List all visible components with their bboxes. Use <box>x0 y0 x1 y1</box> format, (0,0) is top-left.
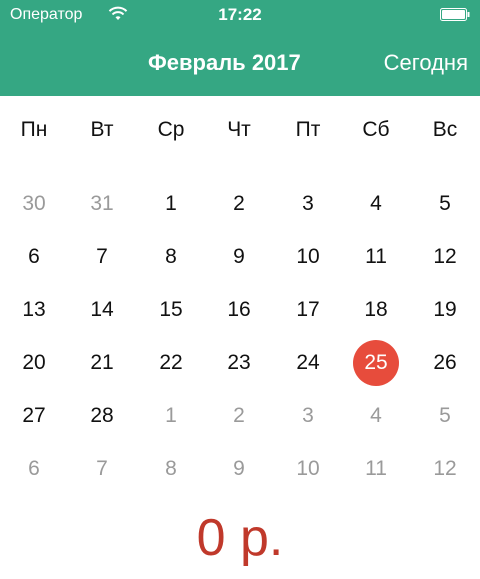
weekday-label: Вс <box>432 118 458 141</box>
day-cell[interactable]: 1 <box>143 182 199 226</box>
day-cell[interactable]: 10 <box>280 447 336 491</box>
day-cell[interactable]: 16 <box>211 288 267 332</box>
day-cell[interactable]: 30 <box>6 182 62 226</box>
day-cell[interactable]: 26 <box>417 341 473 385</box>
day-cell[interactable]: 8 <box>143 447 199 491</box>
weekday-label: Вт <box>90 118 114 141</box>
day-cell[interactable]: 5 <box>417 182 473 226</box>
status-bar: Оператор 17:22 <box>0 0 480 30</box>
day-cell[interactable]: 7 <box>74 235 130 279</box>
day-cell[interactable]: 9 <box>211 235 267 279</box>
day-cell[interactable]: 31 <box>74 182 130 226</box>
clock: 17:22 <box>218 5 262 24</box>
weekday-label: Чт <box>227 118 251 141</box>
battery-icon <box>440 8 470 21</box>
day-cell[interactable]: 22 <box>143 341 199 385</box>
day-cell[interactable]: 6 <box>6 447 62 491</box>
day-cell[interactable]: 12 <box>417 235 473 279</box>
day-cell[interactable]: 23 <box>211 341 267 385</box>
total-amount: 0 р. <box>196 509 284 567</box>
day-cell[interactable]: 1 <box>143 394 199 438</box>
day-cell[interactable]: 24 <box>280 341 336 385</box>
day-cell[interactable]: 4 <box>348 182 404 226</box>
day-cell[interactable]: 15 <box>143 288 199 332</box>
weekday-label: Сб <box>362 118 390 141</box>
calendar-grid: 30 31 1 2 3 4 5 6 7 8 9 10 11 12 13 14 15 16 17 18 19 20 21 22 2… <box>0 182 480 502</box>
day-cell[interactable]: 7 <box>74 447 130 491</box>
day-cell[interactable]: 13 <box>6 288 62 332</box>
day-cell[interactable]: 10 <box>280 235 336 279</box>
day-cell[interactable]: 3 <box>280 394 336 438</box>
header-bar: Оператор 17:22 Февраль 2017 Сегодня <box>0 0 480 96</box>
day-cell[interactable]: 4 <box>348 394 404 438</box>
weekday-label: Пт <box>295 118 321 141</box>
day-cell[interactable]: 11 <box>348 447 404 491</box>
day-cell[interactable]: 3 <box>280 182 336 226</box>
today-button[interactable]: Сегодня <box>384 50 468 76</box>
weekday-header-row: Пн Вт Ср Чт Пт Сб Вс <box>0 118 480 158</box>
day-cell[interactable]: 18 <box>348 288 404 332</box>
day-cell[interactable]: 6 <box>6 235 62 279</box>
day-cell[interactable]: 19 <box>417 288 473 332</box>
day-cell[interactable]: 2 <box>211 182 267 226</box>
day-cell-selected[interactable]: 25 <box>348 340 404 386</box>
month-title: Февраль 2017 <box>148 50 301 75</box>
day-cell[interactable]: 28 <box>74 394 130 438</box>
day-cell[interactable]: 20 <box>6 341 62 385</box>
day-cell[interactable]: 2 <box>211 394 267 438</box>
day-cell[interactable]: 27 <box>6 394 62 438</box>
day-cell[interactable]: 17 <box>280 288 336 332</box>
weekday-label: Ср <box>157 118 185 141</box>
day-cell[interactable]: 12 <box>417 447 473 491</box>
day-cell[interactable]: 11 <box>348 235 404 279</box>
day-cell[interactable]: 21 <box>74 341 130 385</box>
day-cell[interactable]: 9 <box>211 447 267 491</box>
day-cell[interactable]: 5 <box>417 394 473 438</box>
day-cell[interactable]: 8 <box>143 235 199 279</box>
day-cell[interactable]: 14 <box>74 288 130 332</box>
weekday-label: Пн <box>20 118 48 141</box>
